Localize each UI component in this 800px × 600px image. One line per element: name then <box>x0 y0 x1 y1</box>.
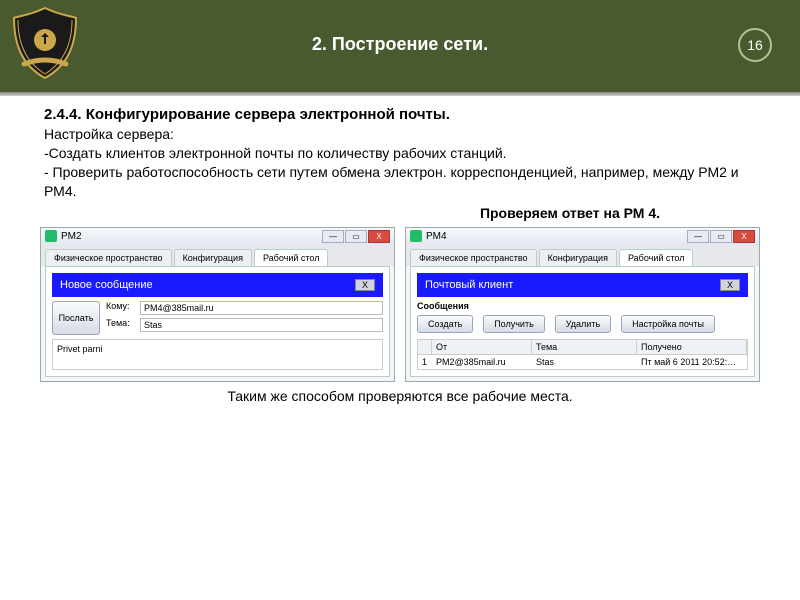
mailclient-panel-header: Почтовый клиент X <box>417 273 748 297</box>
compose-button[interactable]: Создать <box>417 315 473 333</box>
maximize-button[interactable]: ▭ <box>345 230 367 243</box>
window-titlebar: PM4 — ▭ X <box>406 228 759 245</box>
close-button[interactable]: X <box>368 230 390 243</box>
maximize-button[interactable]: ▭ <box>710 230 732 243</box>
screenshots-row: PM2 — ▭ X Физическое пространство Конфиг… <box>0 227 800 382</box>
send-button[interactable]: Послать <box>52 301 100 335</box>
section-line: Настройка сервера: <box>44 125 756 144</box>
tab-config[interactable]: Конфигурация <box>539 249 617 266</box>
tab-bar: Физическое пространство Конфигурация Раб… <box>41 245 394 266</box>
row-subject: Stas <box>532 355 637 369</box>
panel-title: Почтовый клиент <box>425 279 513 291</box>
subject-field[interactable]: Stas <box>140 318 383 332</box>
footnote: Таким же способом проверяются все рабочи… <box>0 388 800 404</box>
tab-desktop[interactable]: Рабочий стол <box>254 249 329 266</box>
col-from: От <box>432 340 532 354</box>
tab-content: Новое сообщение X Послать Кому: PM4@385m… <box>45 266 390 377</box>
row-index: 1 <box>418 355 432 369</box>
mail-table: От Тема Получено 1 PM2@385mail.ru Stas П… <box>417 339 748 370</box>
panel-close-button[interactable]: X <box>355 279 375 291</box>
section-line: -Создать клиентов электронной почты по к… <box>44 144 756 163</box>
window-pm4: PM4 — ▭ X Физическое пространство Конфиг… <box>405 227 760 382</box>
delete-button[interactable]: Удалить <box>555 315 611 333</box>
message-body-field[interactable]: Privet parni <box>52 339 383 370</box>
minimize-button[interactable]: — <box>687 230 709 243</box>
emblem-icon <box>8 6 82 80</box>
app-icon <box>410 230 422 242</box>
mail-settings-button[interactable]: Настройка почты <box>621 315 715 333</box>
section-line: - Проверить работоспособность сети путем… <box>44 163 756 201</box>
window-title-text: PM4 <box>426 231 447 242</box>
col-received: Получено <box>637 340 747 354</box>
minimize-button[interactable]: — <box>322 230 344 243</box>
close-button[interactable]: X <box>733 230 755 243</box>
mail-row[interactable]: 1 PM2@385mail.ru Stas Пт май 6 2011 20:5… <box>418 355 747 369</box>
to-field[interactable]: PM4@385mail.ru <box>140 301 383 315</box>
subject-label: Тема: <box>106 318 136 332</box>
section-heading: 2.4.4. Конфигурирование сервера электрон… <box>44 106 756 123</box>
window-pm2: PM2 — ▭ X Физическое пространство Конфиг… <box>40 227 395 382</box>
row-from: PM2@385mail.ru <box>432 355 532 369</box>
messages-label: Сообщения <box>417 301 748 311</box>
tab-desktop[interactable]: Рабочий стол <box>619 249 694 266</box>
window-titlebar: PM2 — ▭ X <box>41 228 394 245</box>
content-area: 2.4.4. Конфигурирование сервера электрон… <box>0 96 800 225</box>
panel-close-button[interactable]: X <box>720 279 740 291</box>
check-label: Проверяем ответ на РМ 4. <box>384 205 756 221</box>
page-number-badge: 16 <box>738 28 772 62</box>
slide-header: 2. Построение сети. 16 <box>0 0 800 92</box>
to-label: Кому: <box>106 301 136 315</box>
compose-panel-header: Новое сообщение X <box>52 273 383 297</box>
col-subject: Тема <box>532 340 637 354</box>
tab-physical[interactable]: Физическое пространство <box>410 249 537 266</box>
mail-table-header: От Тема Получено <box>418 340 747 355</box>
tab-bar: Физическое пространство Конфигурация Раб… <box>406 245 759 266</box>
app-icon <box>45 230 57 242</box>
tab-physical[interactable]: Физическое пространство <box>45 249 172 266</box>
mail-toolbar: Создать Получить Удалить Настройка почты <box>417 315 748 333</box>
receive-button[interactable]: Получить <box>483 315 545 333</box>
tab-config[interactable]: Конфигурация <box>174 249 252 266</box>
window-title-text: PM2 <box>61 231 82 242</box>
slide-title: 2. Построение сети. <box>0 0 800 55</box>
row-received: Пт май 6 2011 20:52:… <box>637 355 747 369</box>
tab-content: Почтовый клиент X Сообщения Создать Полу… <box>410 266 755 377</box>
panel-title: Новое сообщение <box>60 279 153 291</box>
